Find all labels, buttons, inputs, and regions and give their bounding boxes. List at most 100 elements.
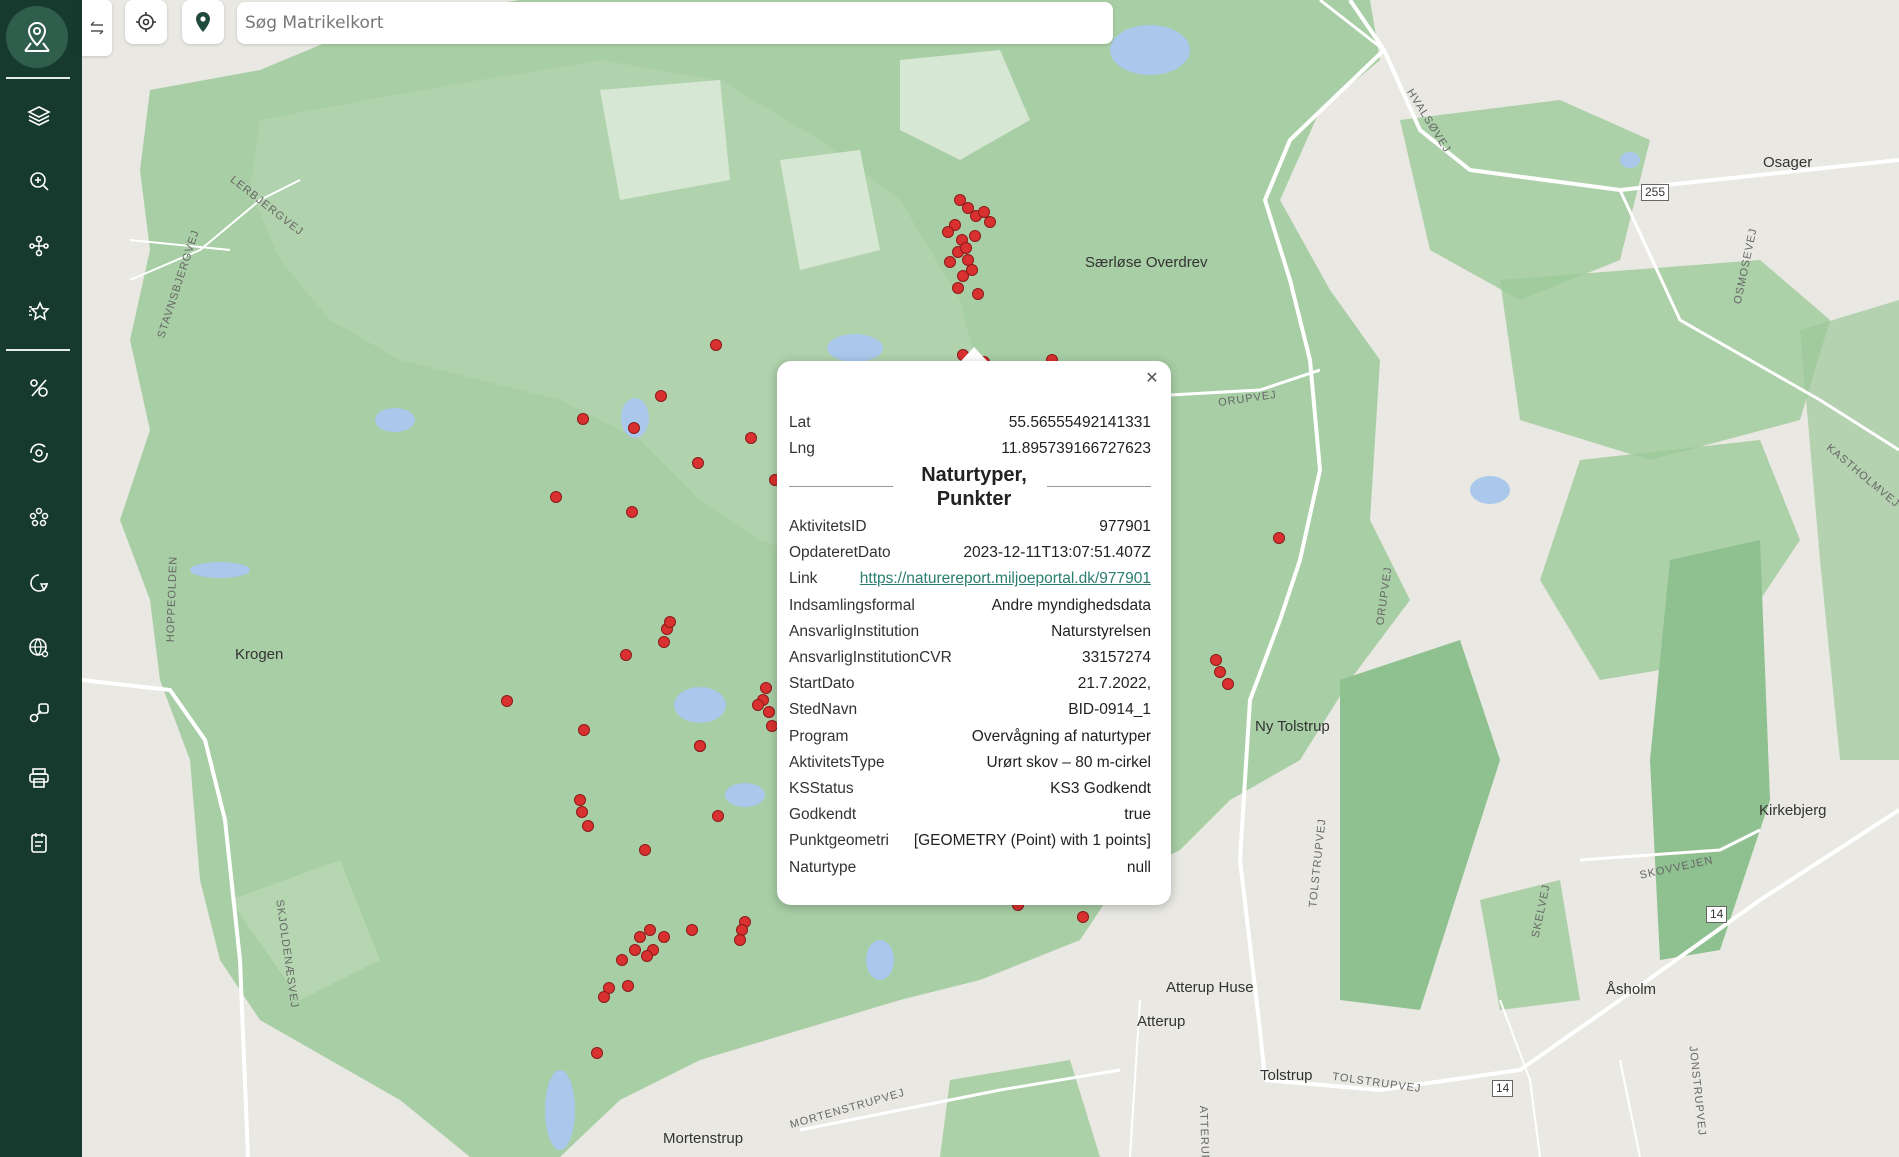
observation-marker[interactable]: [745, 432, 757, 444]
collapse-sidebar-button[interactable]: [82, 0, 112, 56]
observation-marker[interactable]: [1273, 532, 1285, 544]
observation-marker[interactable]: [1077, 911, 1089, 923]
observation-marker[interactable]: [578, 724, 590, 736]
layers-icon: [27, 106, 51, 126]
observation-marker[interactable]: [616, 954, 628, 966]
map-marker-icon: [196, 12, 210, 32]
print-button[interactable]: [22, 761, 56, 795]
locate-me-button[interactable]: [125, 0, 167, 44]
globe-search-button[interactable]: [22, 631, 56, 665]
location-refresh-button[interactable]: [22, 566, 56, 600]
route-network-button[interactable]: [22, 229, 56, 263]
observation-marker[interactable]: [574, 794, 586, 806]
row-label: StedNavn: [789, 701, 858, 719]
popup-row: Punktgeometri [GEOMETRY (Point) with 1 po…: [789, 830, 1151, 852]
favorite-button[interactable]: [22, 294, 56, 328]
observation-marker[interactable]: [978, 206, 990, 218]
popup-row: Program Overvågning af naturtyper: [789, 726, 1151, 748]
observation-marker[interactable]: [664, 616, 676, 628]
row-value: BID-0914_1: [1068, 701, 1151, 719]
notes-button[interactable]: [22, 826, 56, 860]
row-label: OpdateretDato: [789, 544, 891, 562]
notes-icon: [31, 833, 47, 853]
observation-marker[interactable]: [576, 806, 588, 818]
observation-marker[interactable]: [969, 230, 981, 242]
observation-marker[interactable]: [620, 649, 632, 661]
location-refresh-icon: [30, 574, 49, 592]
observation-marker[interactable]: [658, 636, 670, 648]
observation-marker[interactable]: [622, 980, 634, 992]
observation-marker[interactable]: [972, 288, 984, 300]
observation-marker[interactable]: [942, 226, 954, 238]
popup-row: Godkendt true: [789, 804, 1151, 826]
sidebar-divider: [6, 349, 70, 351]
row-label: AnsvarligInstitution: [789, 622, 920, 640]
route-network-icon: [29, 235, 49, 257]
zoom-search-icon: [30, 172, 49, 191]
cluster-dots-icon: [29, 507, 49, 527]
observation-marker[interactable]: [1210, 654, 1222, 666]
cluster-button[interactable]: [22, 501, 56, 535]
observation-marker[interactable]: [694, 740, 706, 752]
percent-tag-button[interactable]: [22, 371, 56, 405]
observation-marker[interactable]: [712, 810, 724, 822]
map-pin-logo[interactable]: [6, 6, 68, 68]
search-input[interactable]: [237, 2, 1093, 44]
observation-marker[interactable]: [960, 242, 972, 254]
observation-marker[interactable]: [692, 457, 704, 469]
place-marker-button[interactable]: [182, 0, 224, 44]
observation-marker[interactable]: [658, 931, 670, 943]
observation-marker[interactable]: [577, 413, 589, 425]
observation-marker[interactable]: [501, 695, 513, 707]
observation-marker[interactable]: [984, 216, 996, 228]
observation-marker[interactable]: [734, 934, 746, 946]
observation-marker[interactable]: [641, 950, 653, 962]
report-link[interactable]: https://naturereport.miljoeportal.dk/977…: [860, 570, 1151, 588]
layers-button[interactable]: [22, 99, 56, 133]
observation-marker[interactable]: [1222, 678, 1234, 690]
row-label: Program: [789, 727, 849, 745]
row-label: Link: [789, 570, 818, 588]
refresh-target-icon: [30, 443, 48, 463]
row-value: [GEOMETRY (Point) with 1 points]: [913, 832, 1151, 850]
observation-marker[interactable]: [629, 944, 641, 956]
link-tools-button[interactable]: [22, 696, 56, 730]
observation-marker[interactable]: [598, 991, 610, 1003]
close-icon[interactable]: ✕: [1143, 369, 1161, 387]
row-value: 21.7.2022,: [1077, 675, 1151, 693]
observation-marker[interactable]: [626, 506, 638, 518]
row-label: Godkendt: [789, 806, 857, 824]
search-box[interactable]: [237, 2, 1113, 44]
row-value: KS3 Godkendt: [1050, 780, 1151, 797]
observation-marker[interactable]: [655, 390, 667, 402]
observation-marker[interactable]: [736, 924, 748, 936]
observation-marker[interactable]: [710, 339, 722, 351]
zoom-search-button[interactable]: [22, 164, 56, 198]
observation-marker[interactable]: [644, 924, 656, 936]
percent-tag-icon: [30, 379, 48, 397]
map-pin-logo-icon: [24, 21, 50, 52]
link-tools-icon: [29, 703, 49, 723]
row-value: Urørt skov – 80 m-cirkel: [986, 753, 1152, 771]
observation-marker[interactable]: [760, 682, 772, 694]
observation-marker[interactable]: [550, 491, 562, 503]
observation-marker[interactable]: [639, 844, 651, 856]
observation-marker[interactable]: [1214, 666, 1226, 678]
observation-marker[interactable]: [686, 924, 698, 936]
observation-marker[interactable]: [962, 254, 974, 266]
observation-marker[interactable]: [752, 699, 764, 711]
observation-marker[interactable]: [952, 282, 964, 294]
refresh-target-button[interactable]: [22, 436, 56, 470]
popup-row: Naturtype null: [789, 857, 1151, 879]
row-value: null: [1126, 858, 1151, 876]
popup-title-line1: Naturtyper,: [921, 464, 1027, 486]
observation-marker[interactable]: [591, 1047, 603, 1059]
observation-marker[interactable]: [634, 931, 646, 943]
observation-marker[interactable]: [763, 706, 775, 718]
observation-marker[interactable]: [628, 422, 640, 434]
popup-row: AnsvarligInstitutionCVR 33157274: [789, 647, 1151, 669]
observation-marker[interactable]: [766, 720, 778, 732]
observation-marker[interactable]: [957, 270, 969, 282]
observation-marker[interactable]: [582, 820, 594, 832]
observation-marker[interactable]: [944, 256, 956, 268]
